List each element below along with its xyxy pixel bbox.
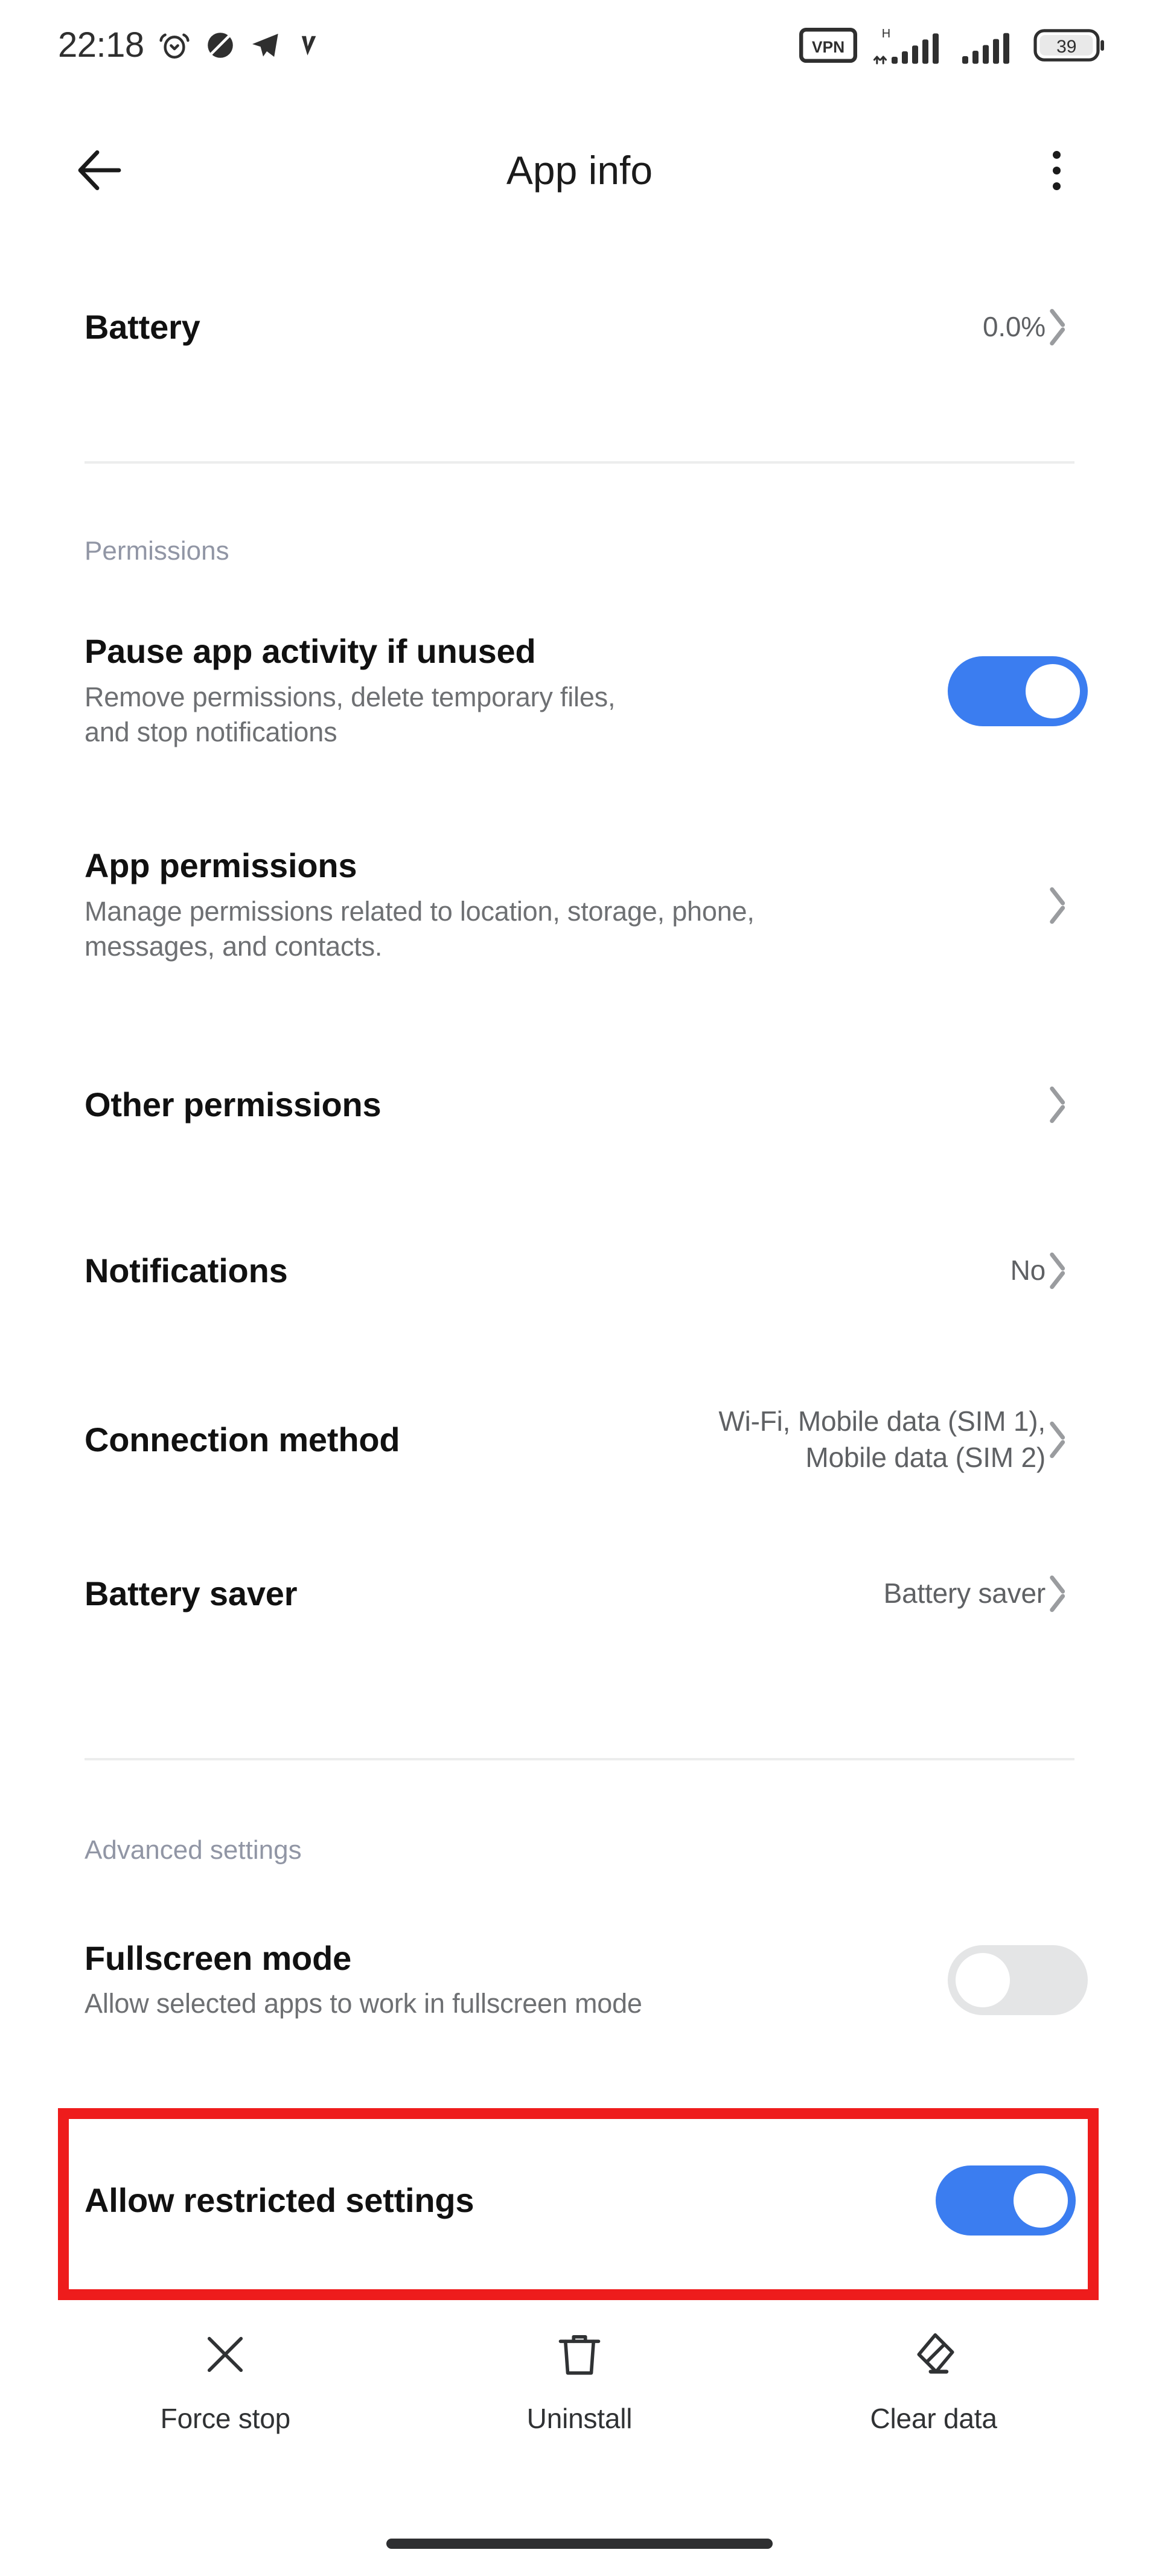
section-label-advanced-settings: Advanced settings: [85, 1835, 302, 1865]
status-bar: 22:18 VPN H 39: [0, 0, 1159, 91]
row-battery[interactable]: Battery 0.0%: [0, 285, 1159, 369]
app-info-screen: 22:18 VPN H 39 App info Battery 0.0% Per…: [0, 0, 1159, 2576]
row-notifications-text: Notifications: [85, 1251, 1011, 1291]
divider-after-battery-saver: [85, 1758, 1074, 1760]
eraser-icon: [917, 2333, 954, 2374]
page-title: App info: [506, 148, 653, 193]
home-gesture-bar[interactable]: [386, 2539, 773, 2549]
app-bar: App info: [0, 110, 1159, 231]
row-notifications-value: No: [1010, 1254, 1046, 1286]
row-battery-text: Battery: [85, 308, 983, 347]
toggle-knob: [1014, 2173, 1068, 2228]
chevron-right-icon: [1059, 306, 1088, 348]
battery-icon: 39: [1033, 29, 1104, 62]
row-fullscreen-mode[interactable]: Fullscreen mode Allow selected apps to w…: [0, 1926, 1159, 2034]
row-battery-title: Battery: [85, 307, 200, 346]
row-pause-app-activity-text: Pause app activity if unused Remove perm…: [85, 632, 948, 750]
telegram-icon: [252, 33, 278, 57]
toggle-knob: [956, 1953, 1010, 2007]
more-vertical-icon-dot-3: [1052, 182, 1061, 190]
clear-data-label: Clear data: [870, 2403, 997, 2434]
uninstall-button[interactable]: Uninstall: [447, 2327, 712, 2435]
section-label-permissions: Permissions: [85, 536, 229, 566]
row-other-permissions-title: Other permissions: [85, 1085, 382, 1123]
row-connection-method-title: Connection method: [85, 1420, 400, 1459]
toggle-knob: [1026, 664, 1080, 718]
battery-level-text: 39: [1056, 37, 1076, 57]
toggle-pause-app-activity[interactable]: [948, 656, 1088, 726]
vk-icon: [301, 36, 316, 56]
chevron-right-icon: [1059, 1419, 1088, 1461]
row-connection-method-text: Connection method: [85, 1421, 718, 1460]
chevron-right-icon: [1059, 1573, 1088, 1615]
row-allow-restricted-settings-title: Allow restricted settings: [85, 2181, 474, 2219]
status-bar-left: 22:18: [58, 28, 323, 63]
row-battery-saver-value: Battery saver: [883, 1577, 1046, 1609]
force-stop-button[interactable]: Force stop: [92, 2327, 358, 2435]
row-other-permissions-text: Other permissions: [85, 1085, 1059, 1125]
row-pause-app-activity-title: Pause app activity if unused: [85, 632, 536, 671]
row-fullscreen-mode-text: Fullscreen mode Allow selected apps to w…: [85, 1939, 948, 2022]
vpn-icon: VPN: [799, 28, 857, 63]
divider-after-battery: [85, 461, 1074, 464]
signal-sim2-icon: [962, 33, 1009, 64]
svg-text:VPN: VPN: [812, 38, 845, 56]
more-vertical-icon-dot-1: [1052, 150, 1061, 159]
row-connection-method[interactable]: Connection method Wi-Fi, Mobile data (SI…: [0, 1385, 1159, 1494]
action-bar: Force stop Uninstall Clear data: [0, 2327, 1159, 2502]
row-allow-restricted-settings[interactable]: Allow restricted settings: [0, 2134, 1159, 2267]
more-vertical-icon-dot-2: [1052, 166, 1061, 174]
status-clock: 22:18: [58, 25, 144, 65]
row-notifications-title: Notifications: [85, 1251, 288, 1290]
row-pause-app-activity[interactable]: Pause app activity if unused Remove perm…: [0, 628, 1159, 755]
status-bar-right: VPN H 39: [799, 26, 1105, 65]
row-battery-saver-title: Battery saver: [85, 1574, 298, 1612]
row-app-permissions-subtitle: Manage permissions related to location, …: [85, 896, 755, 962]
row-battery-value: 0.0%: [982, 311, 1046, 343]
row-other-permissions[interactable]: Other permissions: [0, 1063, 1159, 1147]
overflow-menu-button[interactable]: [1026, 137, 1087, 203]
alarm-icon: [159, 33, 190, 59]
signal-sim1-icon: H: [873, 27, 939, 65]
row-app-permissions[interactable]: App permissions Manage permissions relat…: [0, 842, 1159, 969]
row-connection-method-value: Wi-Fi, Mobile data (SIM 1), Mobile data …: [718, 1405, 1046, 1473]
row-pause-app-activity-subtitle: Remove permissions, delete temporary fil…: [85, 682, 616, 748]
uninstall-label: Uninstall: [526, 2403, 633, 2434]
row-notifications[interactable]: Notifications No: [0, 1229, 1159, 1313]
toggle-fullscreen-mode[interactable]: [948, 1945, 1088, 2015]
row-battery-saver-text: Battery saver: [85, 1574, 884, 1614]
chevron-right-icon: [1059, 1250, 1088, 1292]
row-app-permissions-title: App permissions: [85, 846, 357, 885]
svg-text:H: H: [882, 27, 890, 40]
row-app-permissions-text: App permissions Manage permissions relat…: [85, 846, 1059, 964]
row-allow-restricted-settings-text: Allow restricted settings: [85, 2181, 936, 2220]
row-fullscreen-mode-title: Fullscreen mode: [85, 1938, 352, 1977]
chevron-right-icon: [1059, 884, 1088, 927]
row-battery-saver[interactable]: Battery saver Battery saver: [0, 1552, 1159, 1636]
chevron-right-icon: [1059, 1084, 1088, 1126]
clear-data-button[interactable]: Clear data: [801, 2327, 1067, 2435]
do-not-disturb-icon: [207, 33, 233, 58]
toggle-allow-restricted-settings[interactable]: [936, 2165, 1076, 2236]
row-fullscreen-mode-subtitle: Allow selected apps to work in fullscree…: [85, 1988, 642, 2019]
trash-icon: [558, 2335, 601, 2375]
close-x-icon: [208, 2336, 243, 2373]
force-stop-label: Force stop: [160, 2403, 291, 2434]
